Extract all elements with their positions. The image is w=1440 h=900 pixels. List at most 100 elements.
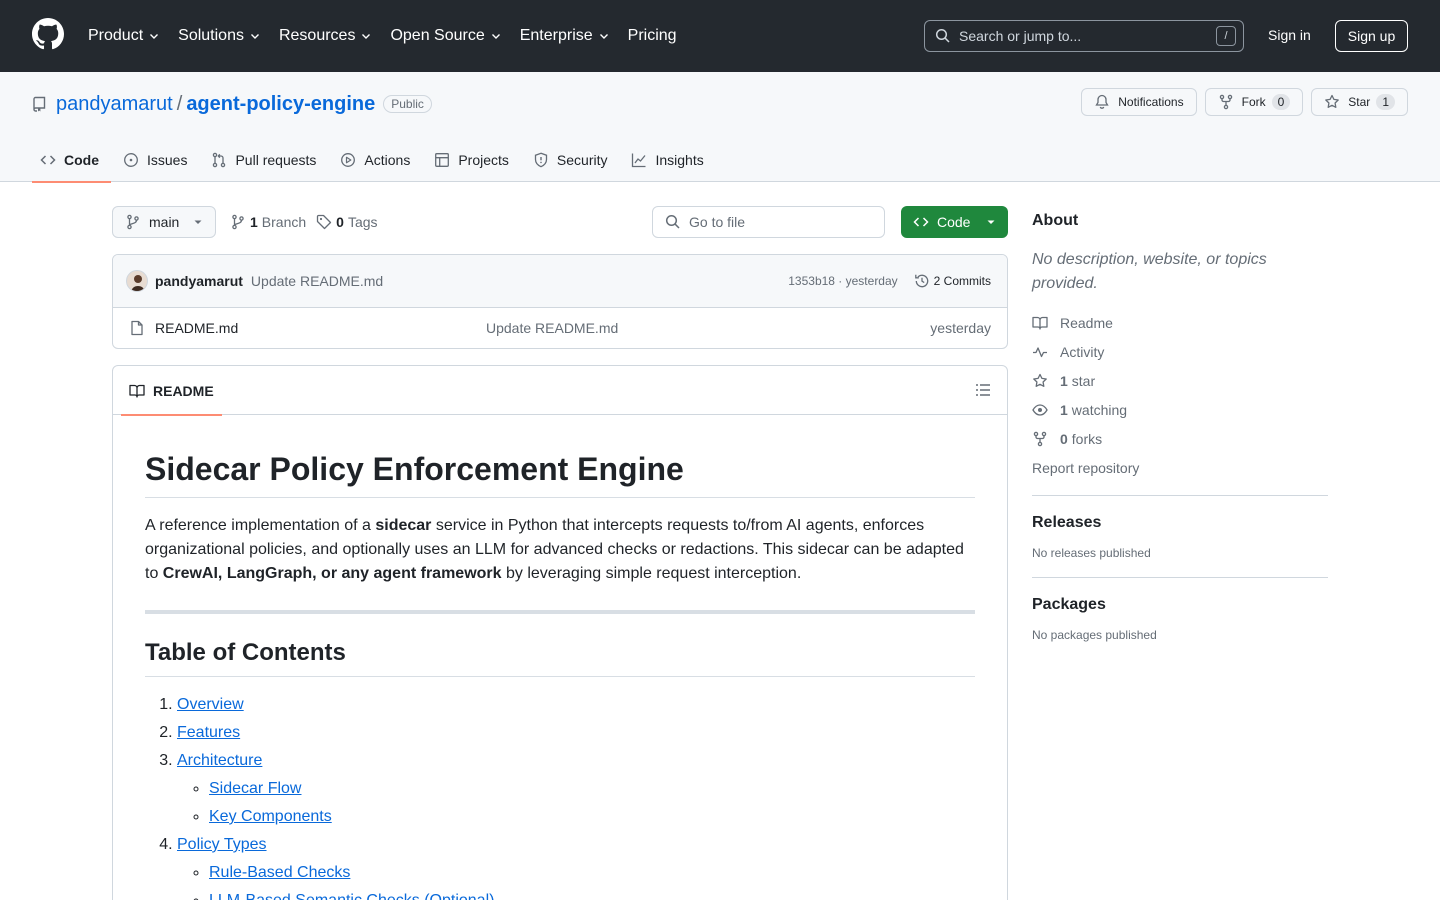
chevron-down-icon: [362, 34, 371, 39]
readme-link[interactable]: Readme: [1032, 308, 1328, 337]
history-icon: [914, 274, 928, 288]
sign-up-button[interactable]: Sign up: [1335, 20, 1408, 52]
sidebar-divider: [1032, 577, 1328, 578]
tab-code[interactable]: Code: [32, 138, 111, 183]
toc-link-llm-based[interactable]: LLM-Based Semantic Checks (Optional): [209, 892, 494, 900]
stars-link[interactable]: 1 star: [1032, 366, 1328, 395]
pulse-icon: [1033, 346, 1047, 357]
user-avatar-icon: [131, 275, 145, 291]
latest-commit-row: pandyamarut Update README.md 1353b18 · y…: [113, 255, 1007, 308]
notifications-button[interactable]: Notifications: [1081, 88, 1197, 116]
releases-heading[interactable]: Releases: [1032, 508, 1328, 538]
tab-actions[interactable]: Actions: [332, 138, 422, 182]
commit-message-link[interactable]: Update README.md: [251, 273, 788, 289]
table-icon: [435, 153, 450, 167]
tab-security[interactable]: Security: [525, 138, 620, 182]
repo-icon: [33, 96, 46, 112]
toc-link-overview[interactable]: Overview: [177, 696, 244, 713]
forks-link[interactable]: 0 forks: [1032, 424, 1328, 453]
github-logo-icon[interactable]: [32, 18, 64, 50]
tag-icon: [317, 214, 332, 230]
eye-icon: [1032, 403, 1048, 416]
code-icon: [40, 155, 56, 165]
caret-down-icon: [194, 220, 202, 224]
commit-hash-time[interactable]: 1353b18 · yesterday: [788, 274, 897, 288]
toc-link-sidecar-flow[interactable]: Sidecar Flow: [209, 780, 301, 797]
tab-projects[interactable]: Projects: [426, 138, 521, 182]
readme-header: README: [113, 366, 1007, 416]
fork-button[interactable]: Fork 0: [1204, 88, 1304, 116]
list-item: Features: [177, 721, 975, 745]
nav-pricing[interactable]: Pricing: [628, 27, 677, 45]
outline-list-icon[interactable]: [975, 382, 991, 398]
avatar[interactable]: [126, 270, 148, 292]
toc-link-policy-types[interactable]: Policy Types: [177, 836, 267, 853]
tab-issues[interactable]: Issues: [115, 138, 199, 182]
play-icon: [341, 153, 356, 167]
nav-open-source[interactable]: Open Source: [390, 27, 501, 45]
branch-select-button[interactable]: main: [112, 206, 216, 238]
activity-link[interactable]: Activity: [1032, 337, 1328, 366]
file-name-link[interactable]: README.md: [155, 320, 486, 336]
toc-link-architecture[interactable]: Architecture: [177, 752, 262, 769]
tab-pull-requests[interactable]: Pull requests: [203, 138, 328, 182]
readme-tab[interactable]: README: [121, 366, 222, 416]
nav-resources[interactable]: Resources: [279, 27, 372, 45]
list-item: Sidecar Flow: [209, 777, 975, 801]
tab-insights[interactable]: Insights: [623, 138, 715, 182]
star-button[interactable]: Star 1: [1311, 88, 1408, 116]
repo-owner-link[interactable]: pandyamarut: [56, 93, 173, 116]
search-icon: [935, 28, 950, 43]
global-nav: Product Solutions Resources Open Source …: [88, 0, 695, 72]
about-heading: About: [1032, 212, 1079, 229]
toc-link-features[interactable]: Features: [177, 724, 240, 741]
tags-link[interactable]: 0 Tags: [316, 214, 378, 230]
issue-icon: [124, 153, 138, 167]
file-commit-message[interactable]: Update README.md: [486, 320, 930, 336]
fork-count: 0: [1271, 94, 1291, 110]
readme-panel: README Sidecar Policy Enforcement Engine…: [112, 365, 1008, 900]
visibility-badge: Public: [383, 95, 432, 113]
toc-sublist: Sidecar Flow Key Components: [177, 777, 975, 829]
repo-tabs: Code Issues Pull requests Actions Projec…: [32, 138, 720, 183]
chevron-down-icon: [250, 34, 259, 39]
repo-name-link[interactable]: agent-policy-engine: [186, 93, 375, 116]
toc-link-key-components[interactable]: Key Components: [209, 808, 332, 825]
chevron-down-icon: [491, 34, 500, 39]
about-description: No description, website, or topics provi…: [1032, 251, 1267, 292]
search-placeholder: Search or jump to...: [959, 28, 1082, 44]
go-to-file-placeholder: Go to file: [689, 214, 746, 230]
nav-solutions[interactable]: Solutions: [178, 27, 261, 45]
bell-icon: [1095, 94, 1109, 109]
file-commit-date: yesterday: [930, 320, 991, 336]
table-row[interactable]: README.md Update README.md yesterday: [113, 308, 1007, 348]
repo-sidebar: About No description, website, or topics…: [1032, 206, 1328, 642]
book-icon: [1032, 316, 1048, 330]
commit-author-link[interactable]: pandyamarut: [155, 273, 243, 289]
branches-link[interactable]: 1 Branch: [230, 214, 306, 230]
toc-link-rule-based[interactable]: Rule-Based Checks: [209, 864, 350, 881]
fork-icon: [1033, 431, 1047, 446]
code-download-button[interactable]: Code: [901, 206, 1008, 238]
search-icon: [665, 214, 680, 229]
readme-intro: A reference implementation of a sidecar …: [145, 517, 964, 582]
go-to-file-input[interactable]: Go to file: [652, 206, 885, 238]
pull-request-icon: [213, 152, 226, 168]
commits-history-link[interactable]: 2 Commits: [914, 273, 991, 289]
fork-icon: [1219, 94, 1232, 110]
global-search-input[interactable]: Search or jump to... /: [924, 20, 1244, 52]
report-repository-link[interactable]: Report repository: [1032, 453, 1328, 482]
branch-icon: [232, 214, 244, 230]
watchers-link[interactable]: 1 watching: [1032, 395, 1328, 424]
readme-divider: [145, 610, 975, 614]
shield-icon: [534, 152, 548, 168]
readme-content: Sidecar Policy Enforcement Engine A refe…: [113, 415, 1007, 900]
star-count: 1: [1376, 94, 1395, 110]
search-shortcut-key: /: [1216, 26, 1236, 46]
nav-product[interactable]: Product: [88, 27, 160, 45]
sign-in-link[interactable]: Sign in: [1268, 27, 1311, 43]
packages-heading[interactable]: Packages: [1032, 590, 1328, 620]
chevron-down-icon: [150, 34, 159, 39]
nav-enterprise[interactable]: Enterprise: [520, 27, 610, 45]
global-header: Product Solutions Resources Open Source …: [0, 0, 1440, 72]
